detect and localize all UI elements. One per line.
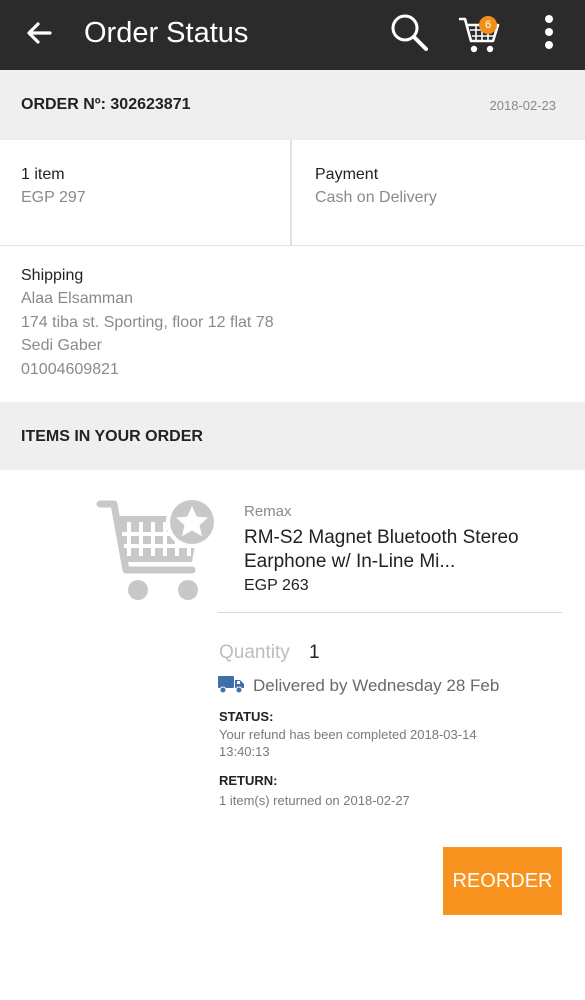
truck-icon	[218, 676, 244, 694]
items-count: 1 item	[21, 166, 65, 183]
item-divider	[218, 612, 562, 613]
product-price: EGP 263	[244, 577, 309, 594]
status-text: Your refund has been completed 2018-03-1…	[219, 727, 477, 759]
quantity-value: 1	[309, 642, 320, 663]
cart-star-placeholder-icon[interactable]	[96, 492, 220, 604]
page-title: Order Status	[84, 17, 249, 49]
shipping-area: Sedi Gaber	[21, 337, 102, 354]
more-vertical-icon[interactable]	[536, 12, 562, 54]
arrow-left-icon[interactable]	[20, 13, 60, 53]
payment-label: Payment	[315, 166, 379, 183]
items-section-title: ITEMS IN YOUR ORDER	[21, 428, 203, 445]
shipping-label: Shipping	[21, 267, 84, 284]
status-label: STATUS:	[219, 709, 274, 724]
order-number: ORDER Nº: 302623871	[21, 96, 191, 113]
shipping-phone: 01004609821	[21, 360, 119, 378]
shipping-name: Alaa Elsamman	[21, 290, 134, 307]
cart-count-badge: 6	[479, 16, 497, 34]
reorder-button[interactable]: REORDER	[443, 847, 562, 915]
shipping-info: Shipping Alaa Elsamman 174 tiba st. Spor…	[21, 264, 274, 381]
app-bar: Order Status 6	[0, 0, 585, 70]
order-header: ORDER Nº: 302623871 2018-02-23	[0, 70, 585, 140]
product-name[interactable]: RM-S2 Magnet Bluetooth Stereo Earphone w…	[244, 526, 544, 574]
items-total: EGP 297	[21, 189, 86, 206]
payment-method: Cash on Delivery	[315, 189, 437, 206]
delivery-estimate: Delivered by Wednesday 28 Feb	[253, 676, 500, 695]
quantity-label: Quantity	[219, 642, 290, 663]
shipping-address: 174 tiba st. Sporting, floor 12 flat 78	[21, 313, 274, 331]
order-date: 2018-02-23	[489, 98, 557, 113]
search-icon[interactable]	[386, 10, 432, 56]
items-section-header: ITEMS IN YOUR ORDER	[0, 402, 585, 470]
order-summary: 1 item EGP 297 Payment Cash on Delivery	[0, 140, 585, 246]
return-label: RETURN:	[219, 773, 278, 788]
product-brand: Remax	[244, 503, 292, 520]
return-text: 1 item(s) returned on 2018-02-27	[219, 793, 410, 808]
summary-divider	[290, 140, 292, 246]
